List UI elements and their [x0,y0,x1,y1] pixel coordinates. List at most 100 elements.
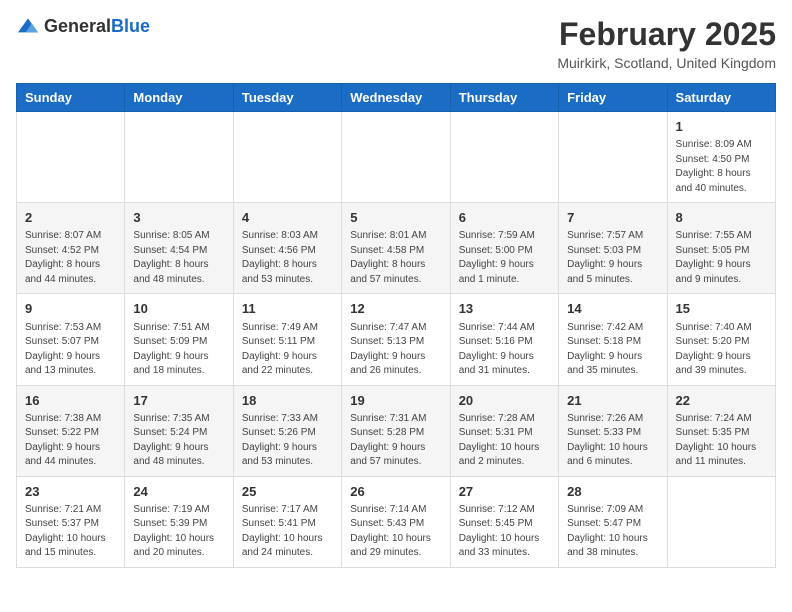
weekday-header-tuesday: Tuesday [233,84,341,112]
day-number: 25 [242,483,333,501]
weekday-header-row: SundayMondayTuesdayWednesdayThursdayFrid… [17,84,776,112]
day-info: Sunrise: 7:28 AM Sunset: 5:31 PM Dayligh… [459,412,550,470]
day-info: Sunrise: 8:09 AM Sunset: 4:50 PM Dayligh… [676,138,767,196]
day-number: 6 [459,209,550,227]
day-info: Sunrise: 7:42 AM Sunset: 5:18 PM Dayligh… [567,321,658,379]
calendar-week-row: 9 Sunrise: 7:53 AM Sunset: 5:07 PM Daylig… [17,294,776,385]
day-number: 1 [676,118,767,136]
day-info: Sunrise: 8:05 AM Sunset: 4:54 PM Dayligh… [133,229,224,287]
day-number: 14 [567,300,658,318]
day-info: Sunrise: 7:12 AM Sunset: 5:45 PM Dayligh… [459,503,550,561]
day-info: Sunrise: 7:09 AM Sunset: 5:47 PM Dayligh… [567,503,658,561]
weekday-header-thursday: Thursday [450,84,558,112]
day-number: 15 [676,300,767,318]
calendar-cell: 1 Sunrise: 8:09 AM Sunset: 4:50 PM Daylig… [667,112,775,203]
day-info: Sunrise: 7:51 AM Sunset: 5:09 PM Dayligh… [133,321,224,379]
calendar-cell [125,112,233,203]
day-info: Sunrise: 7:49 AM Sunset: 5:11 PM Dayligh… [242,321,333,379]
calendar-cell [450,112,558,203]
calendar-cell [559,112,667,203]
calendar-cell: 2 Sunrise: 8:07 AM Sunset: 4:52 PM Daylig… [17,203,125,294]
calendar-cell: 13Sunrise: 7:44 AM Sunset: 5:16 PM Dayli… [450,294,558,385]
logo-icon [16,17,40,37]
calendar-cell: 6 Sunrise: 7:59 AM Sunset: 5:00 PM Daylig… [450,203,558,294]
calendar-cell: 17 Sunrise: 7:35 AM Sunset: 5:24 PM Dayli… [125,385,233,476]
calendar-cell: 10 Sunrise: 7:51 AM Sunset: 5:09 PM Dayli… [125,294,233,385]
day-number: 2 [25,209,116,227]
day-number: 17 [133,392,224,410]
calendar-cell: 9 Sunrise: 7:53 AM Sunset: 5:07 PM Daylig… [17,294,125,385]
page-header: GeneralBlue February 2025 Muirkirk, Scot… [16,16,776,71]
calendar-cell: 15 Sunrise: 7:40 AM Sunset: 5:20 PM Dayli… [667,294,775,385]
day-info: Sunrise: 7:14 AM Sunset: 5:43 PM Dayligh… [350,503,441,561]
day-number: 16 [25,392,116,410]
day-info: Sunrise: 7:44 AM Sunset: 5:16 PM Dayligh… [459,321,550,379]
day-number: 22 [676,392,767,410]
day-info: Sunrise: 7:19 AM Sunset: 5:39 PM Dayligh… [133,503,224,561]
day-number: 11 [242,300,333,318]
day-number: 4 [242,209,333,227]
day-info: Sunrise: 7:38 AM Sunset: 5:22 PM Dayligh… [25,412,116,470]
day-number: 24 [133,483,224,501]
calendar-table: SundayMondayTuesdayWednesdayThursdayFrid… [16,83,776,568]
day-info: Sunrise: 8:01 AM Sunset: 4:58 PM Dayligh… [350,229,441,287]
day-info: Sunrise: 7:55 AM Sunset: 5:05 PM Dayligh… [676,229,767,287]
calendar-cell: 7 Sunrise: 7:57 AM Sunset: 5:03 PM Daylig… [559,203,667,294]
day-number: 23 [25,483,116,501]
day-number: 19 [350,392,441,410]
day-info: Sunrise: 7:31 AM Sunset: 5:28 PM Dayligh… [350,412,441,470]
calendar-cell: 25 Sunrise: 7:17 AM Sunset: 5:41 PM Dayli… [233,476,341,567]
day-number: 7 [567,209,658,227]
day-info: Sunrise: 7:33 AM Sunset: 5:26 PM Dayligh… [242,412,333,470]
calendar-cell [233,112,341,203]
day-info: Sunrise: 8:03 AM Sunset: 4:56 PM Dayligh… [242,229,333,287]
calendar-cell: 26 Sunrise: 7:14 AM Sunset: 5:43 PM Dayli… [342,476,450,567]
calendar-cell: 12 Sunrise: 7:47 AM Sunset: 5:13 PM Dayli… [342,294,450,385]
day-number: 18 [242,392,333,410]
calendar-week-row: 1 Sunrise: 8:09 AM Sunset: 4:50 PM Daylig… [17,112,776,203]
month-title: February 2025 [557,16,776,53]
day-number: 9 [25,300,116,318]
day-info: Sunrise: 7:53 AM Sunset: 5:07 PM Dayligh… [25,321,116,379]
calendar-cell: 16 Sunrise: 7:38 AM Sunset: 5:22 PM Dayli… [17,385,125,476]
calendar-cell [342,112,450,203]
calendar-week-row: 23 Sunrise: 7:21 AM Sunset: 5:37 PM Dayli… [17,476,776,567]
weekday-header-wednesday: Wednesday [342,84,450,112]
weekday-header-sunday: Sunday [17,84,125,112]
day-info: Sunrise: 7:17 AM Sunset: 5:41 PM Dayligh… [242,503,333,561]
calendar-cell [667,476,775,567]
day-number: 20 [459,392,550,410]
weekday-header-monday: Monday [125,84,233,112]
day-number: 8 [676,209,767,227]
logo: GeneralBlue [16,16,150,37]
day-info: Sunrise: 7:35 AM Sunset: 5:24 PM Dayligh… [133,412,224,470]
weekday-header-saturday: Saturday [667,84,775,112]
day-number: 3 [133,209,224,227]
calendar-cell: 23 Sunrise: 7:21 AM Sunset: 5:37 PM Dayli… [17,476,125,567]
day-number: 27 [459,483,550,501]
calendar-cell: 28 Sunrise: 7:09 AM Sunset: 5:47 PM Dayli… [559,476,667,567]
day-info: Sunrise: 7:21 AM Sunset: 5:37 PM Dayligh… [25,503,116,561]
logo-general: General [44,16,111,36]
day-info: Sunrise: 7:40 AM Sunset: 5:20 PM Dayligh… [676,321,767,379]
day-number: 5 [350,209,441,227]
calendar-cell: 24 Sunrise: 7:19 AM Sunset: 5:39 PM Dayli… [125,476,233,567]
day-number: 10 [133,300,224,318]
day-number: 28 [567,483,658,501]
location: Muirkirk, Scotland, United Kingdom [557,55,776,71]
day-number: 12 [350,300,441,318]
calendar-cell [17,112,125,203]
day-info: Sunrise: 7:57 AM Sunset: 5:03 PM Dayligh… [567,229,658,287]
calendar-cell: 4 Sunrise: 8:03 AM Sunset: 4:56 PM Daylig… [233,203,341,294]
calendar-cell: 8 Sunrise: 7:55 AM Sunset: 5:05 PM Daylig… [667,203,775,294]
logo-blue: Blue [111,16,150,36]
day-info: Sunrise: 7:59 AM Sunset: 5:00 PM Dayligh… [459,229,550,287]
calendar-cell: 21Sunrise: 7:26 AM Sunset: 5:33 PM Dayli… [559,385,667,476]
day-info: Sunrise: 7:24 AM Sunset: 5:35 PM Dayligh… [676,412,767,470]
calendar-cell: 3 Sunrise: 8:05 AM Sunset: 4:54 PM Daylig… [125,203,233,294]
day-info: Sunrise: 7:47 AM Sunset: 5:13 PM Dayligh… [350,321,441,379]
day-info: Sunrise: 8:07 AM Sunset: 4:52 PM Dayligh… [25,229,116,287]
day-number: 26 [350,483,441,501]
calendar-cell: 20 Sunrise: 7:28 AM Sunset: 5:31 PM Dayli… [450,385,558,476]
weekday-header-friday: Friday [559,84,667,112]
